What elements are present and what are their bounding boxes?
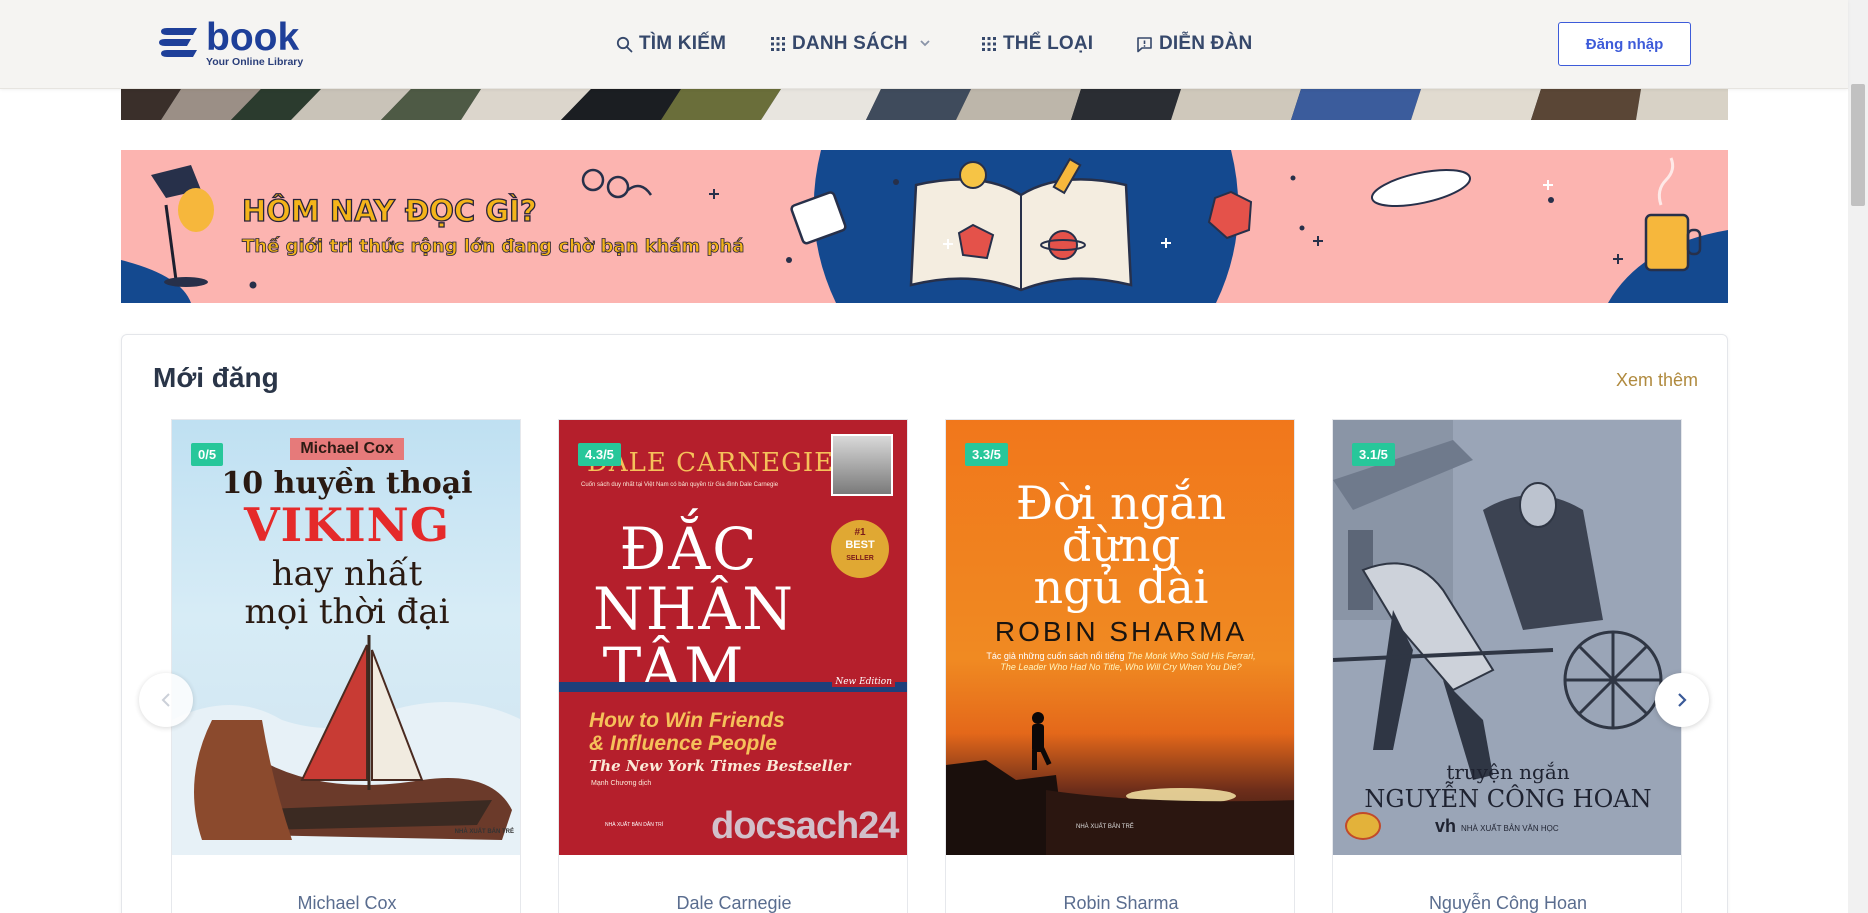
book-author[interactable]: Robin Sharma (946, 893, 1294, 913)
top-navbar: book Your Online Library TÌM KIẾM DANH S… (0, 0, 1848, 89)
nav-forum[interactable]: DIỄN ĐÀN (1136, 27, 1252, 61)
cover-edition: New Edition (832, 677, 895, 687)
book-cover: DALE CARNEGIE Cuốn sách duy nhất tại Việ… (559, 420, 907, 855)
cover-author-tag: ROBIN SHARMA (994, 616, 1248, 647)
banner-title: HÔM NAY ĐỌC GÌ? (241, 193, 537, 228)
search-icon (616, 36, 633, 52)
cover-line: truyện ngắn (1446, 760, 1570, 784)
nav-list[interactable]: DANH SÁCH (770, 27, 936, 61)
cover-publisher: NHÀ XUẤT BẢN DÂN TRÍ (605, 822, 664, 828)
badge-text: BEST (845, 539, 875, 551)
scrollbar-thumb[interactable] (1851, 84, 1865, 206)
cover-line: ngủ dài (1033, 560, 1209, 614)
rating-badge: 3.3/5 (965, 443, 1008, 466)
tagline-vi: Tác giả những cuốn sách nổi tiếng (986, 651, 1125, 661)
book-cover: truyện ngắn NGUYỄN CÔNG HOAN vh NHÀ XUẤT… (1333, 420, 1681, 855)
chevron-right-icon (1678, 693, 1687, 707)
cover-publisher: NHÀ XUẤT BẢN VĂN HỌC (1461, 824, 1559, 833)
cover-author-tag: DALE CARNEGIE (587, 448, 835, 478)
chevron-down-icon (920, 40, 930, 47)
logo-icon (159, 28, 197, 57)
cover-line: mọi thời đại (244, 592, 450, 632)
chat-icon (1137, 36, 1152, 52)
page-scrollbar[interactable] (1848, 0, 1868, 913)
author-photo (831, 434, 893, 496)
book-author[interactable]: Michael Cox (172, 893, 520, 913)
cover-author-tag: Michael Cox (290, 438, 404, 460)
rating-badge: 4.3/5 (578, 443, 621, 466)
grid-icon (771, 37, 785, 51)
badge-text: #1 (854, 527, 866, 538)
cover-line: & Influence People (589, 732, 777, 755)
promo-banner[interactable]: HÔM NAY ĐỌC GÌ? Thế giới tri thức rộng l… (121, 150, 1728, 303)
cover-line: TÂM (602, 635, 746, 703)
book-cover: Đời ngắn đừng ngủ dài ROBIN SHARMA Tác g… (946, 420, 1294, 855)
publisher-seal-icon (1345, 812, 1381, 840)
cover-line: hay nhất (271, 554, 423, 594)
carousel-prev-button[interactable] (139, 673, 193, 727)
book-card[interactable]: DALE CARNEGIE Cuốn sách duy nhất tại Việ… (558, 419, 908, 913)
book-card[interactable]: Michael Cox 10 huyền thoại VIKING hay nh… (171, 419, 521, 913)
book-cover: Michael Cox 10 huyền thoại VIKING hay nh… (172, 420, 520, 855)
book-author[interactable]: Dale Carnegie (559, 893, 907, 913)
badge-text: SELLER (846, 555, 874, 562)
rating-badge: 3.1/5 (1352, 443, 1395, 466)
nav-search[interactable]: TÌM KIẾM (616, 27, 726, 61)
banner-subtitle: Thế giới tri thức rộng lớn đang chờ bạn … (242, 236, 745, 258)
book-author[interactable]: Nguyễn Công Hoan (1333, 893, 1681, 913)
cover-line: How to Win Friends (589, 709, 785, 732)
cover-pub-mark: vh (1435, 816, 1457, 836)
rating-badge: 0/5 (191, 443, 224, 466)
cover-tagline: Cuốn sách duy nhất tại Việt Nam có bản q… (581, 482, 779, 488)
carousel-next-button[interactable] (1655, 673, 1709, 727)
cover-line: 10 huyền thoại (221, 466, 473, 501)
book-card[interactable]: truyện ngắn NGUYỄN CÔNG HOAN vh NHÀ XUẤT… (1332, 419, 1682, 913)
cover-line: ĐẮC (619, 515, 759, 583)
lamp-illustration (151, 165, 214, 287)
nav-forum-label: DIỄN ĐÀN (1159, 33, 1253, 54)
site-logo[interactable]: book Your Online Library (157, 18, 317, 70)
cover-publisher: NHÀ XUẤT BẢN TRẺ (454, 829, 514, 835)
bestseller-badge: #1 BEST SELLER (831, 520, 889, 578)
new-releases-section: Mới đăng Xem thêm Michael Cox 10 huyền t… (121, 334, 1728, 913)
nav-genre-label: THỂ LOẠI (1003, 33, 1094, 54)
book-card[interactable]: Đời ngắn đừng ngủ dài ROBIN SHARMA Tác g… (945, 419, 1295, 913)
hero-image (121, 89, 1728, 120)
see-more-link[interactable]: Xem thêm (1616, 370, 1698, 391)
cover-line: The New York Times Bestseller (589, 757, 851, 775)
cover-tagline: Tác giả những cuốn sách nổi tiếng The Mo… (946, 651, 1294, 673)
nav-search-label: TÌM KIẾM (639, 33, 727, 54)
cover-line: NHÂN (593, 575, 795, 643)
logo-wordmark: book (206, 16, 300, 59)
nav-list-label: DANH SÁCH (792, 33, 908, 54)
cover-translator: Mạnh Chương dịch (591, 780, 652, 787)
cover-line: VIKING (243, 498, 451, 552)
cover-publisher: NHÀ XUẤT BẢN TRẺ (1076, 824, 1134, 830)
logo-tagline: Your Online Library (206, 56, 304, 68)
watermark: docsach24 (711, 805, 899, 847)
chevron-left-icon (161, 693, 170, 707)
nav-genre[interactable]: THỂ LOẠI (981, 27, 1093, 61)
cover-line: NGUYỄN CÔNG HOAN (1364, 785, 1652, 813)
login-button[interactable]: Đăng nhập (1558, 22, 1691, 66)
grid-icon (982, 37, 996, 51)
section-title: Mới đăng (153, 362, 279, 393)
